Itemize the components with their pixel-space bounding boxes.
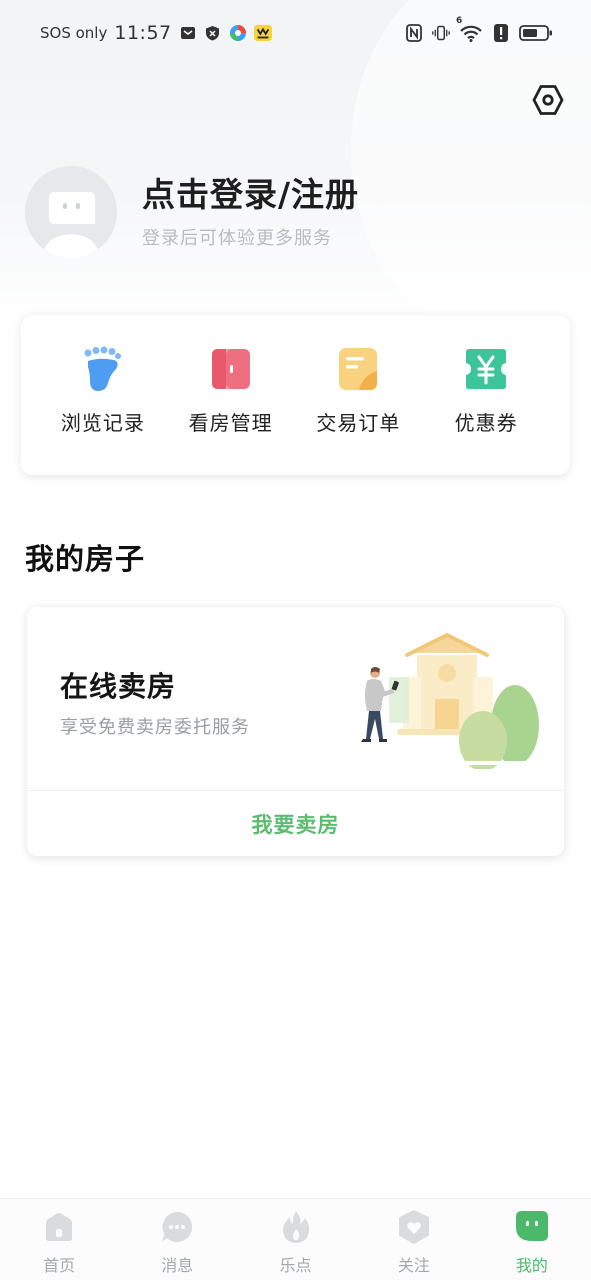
home-icon: [46, 1213, 73, 1241]
tab-home[interactable]: 首页: [0, 1199, 118, 1280]
sell-house-description: 享受免费卖房委托服务: [60, 717, 250, 738]
quick-entry-label: 看房管理: [188, 411, 273, 435]
door-icon: [211, 349, 250, 389]
tab-label: 关注: [397, 1256, 430, 1275]
sell-house-button[interactable]: 我要卖房: [27, 791, 564, 856]
alert-icon: [492, 24, 510, 42]
tab-mine[interactable]: 我的: [473, 1199, 591, 1280]
tab-label: 消息: [161, 1256, 194, 1275]
settings-hexagon-icon: [532, 85, 564, 115]
login-subtitle: 登录后可体验更多服务: [142, 228, 332, 249]
clock-time: 11:57: [114, 22, 172, 44]
tab-messages[interactable]: 消息: [118, 1199, 236, 1280]
quick-entry-browse-history[interactable]: 浏览记录: [39, 315, 167, 475]
quick-entry-card: 浏览记录 看房管理 交易订单 优惠券: [21, 315, 570, 475]
wifi-icon: 6: [456, 16, 483, 42]
tab-follow[interactable]: 关注: [355, 1199, 473, 1280]
quick-entry-coupons[interactable]: 优惠券: [422, 315, 550, 475]
default-avatar-icon: [43, 192, 99, 258]
order-icon: [339, 348, 378, 390]
quick-entry-label: 交易订单: [316, 411, 401, 435]
avatar[interactable]: [25, 166, 117, 258]
battery-icon: [519, 24, 553, 42]
my-house-section-title: 我的房子: [25, 542, 146, 576]
heart-shield-icon: [398, 1210, 429, 1244]
quick-entry-viewing-management[interactable]: 看房管理: [167, 315, 295, 475]
shield-notification-icon: [204, 24, 222, 42]
vibrate-icon: [432, 24, 450, 42]
footprint-icon: [84, 346, 121, 391]
tab-label: 首页: [43, 1256, 76, 1275]
message-icon: [162, 1211, 193, 1242]
sos-status-text: SOS only: [40, 24, 108, 42]
colorful-app-notification-icon: [229, 24, 247, 42]
yellow-app-notification-icon: [253, 24, 272, 42]
quick-entry-label: 优惠券: [454, 411, 518, 435]
quick-entry-label: 浏览记录: [60, 411, 145, 435]
tab-ledian[interactable]: 乐点: [236, 1199, 354, 1280]
mail-notification-icon: [179, 24, 197, 42]
status-bar: SOS only 11:57 6: [0, 0, 591, 66]
tab-label: 乐点: [279, 1256, 312, 1275]
tab-label: 我的: [515, 1256, 548, 1275]
bottom-tab-bar: 首页 消息 乐点 关注 我的: [0, 1198, 591, 1280]
sell-house-card[interactable]: 在线卖房 享受免费卖房委托服务 我要卖房: [27, 607, 564, 856]
quick-entry-orders[interactable]: 交易订单: [295, 315, 423, 475]
house-sale-illustration: [361, 632, 541, 769]
settings-button[interactable]: [530, 82, 566, 118]
sell-house-title: 在线卖房: [60, 670, 177, 703]
coupon-icon: [466, 349, 507, 389]
nfc-icon: [405, 24, 423, 42]
profile-face-icon: [515, 1211, 548, 1241]
wifi-generation-badge: 6: [456, 16, 463, 26]
flame-icon: [282, 1211, 309, 1243]
login-register-link[interactable]: 点击登录/注册: [142, 168, 359, 216]
